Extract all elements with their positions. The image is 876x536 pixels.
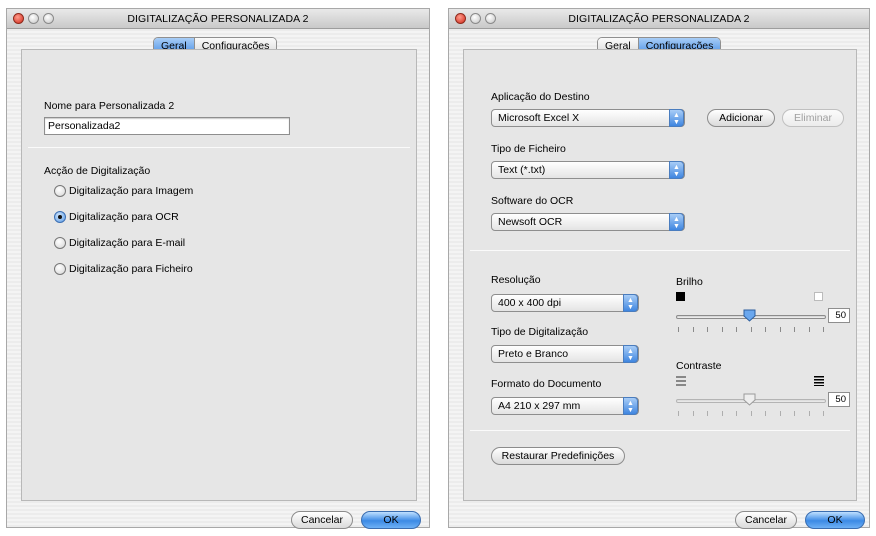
popup-value: 400 x 400 dpi (498, 297, 562, 309)
brightness-ticks (678, 327, 824, 332)
radio-label: Digitalização para OCR (69, 211, 179, 223)
radio-option-image[interactable]: Digitalização para Imagem (54, 185, 193, 197)
radio-label: Digitalização para Imagem (69, 185, 194, 197)
name-label: Nome para Personalizada 2 (44, 100, 175, 112)
tab-panel: Nome para Personalizada 2 Personalizada2… (21, 49, 417, 501)
up-down-arrows-icon: ▲ ▼ (669, 213, 684, 231)
resolution-popup[interactable]: 400 x 400 dpi ▲ ▼ (491, 294, 639, 312)
titlebar: DIGITALIZAÇÃO PERSONALIZADA 2 (449, 9, 869, 29)
cancel-button[interactable]: Cancelar (291, 511, 353, 529)
tab-panel: Aplicação do Destino Microsoft Excel X ▲… (463, 49, 857, 501)
scan-type-popup[interactable]: Preto e Branco ▲ ▼ (491, 345, 639, 363)
doc-format-popup[interactable]: A4 210 x 297 mm ▲ ▼ (491, 397, 639, 415)
scan-type-label: Tipo de Digitalização (491, 326, 589, 338)
window-left: DIGITALIZAÇÃO PERSONALIZADA 2 Geral Conf… (6, 8, 430, 529)
resolution-label: Resolução (491, 274, 541, 286)
window-title: DIGITALIZAÇÃO PERSONALIZADA 2 (568, 13, 750, 25)
doc-format-label: Formato do Documento (491, 378, 602, 390)
restore-defaults-button[interactable]: Restaurar Predefinições (491, 447, 625, 465)
window-title: DIGITALIZAÇÃO PERSONALIZADA 2 (127, 13, 309, 25)
add-button[interactable]: Adicionar (707, 109, 775, 127)
up-down-arrows-icon: ▲ ▼ (623, 397, 638, 415)
radio-button[interactable] (54, 263, 66, 275)
delete-button[interactable]: Eliminar (782, 109, 844, 127)
titlebar: DIGITALIZAÇÃO PERSONALIZADA 2 (7, 9, 429, 29)
popup-value: Microsoft Excel X (498, 112, 580, 124)
radio-label: Digitalização para Ficheiro (69, 263, 193, 275)
popup-value: A4 210 x 297 mm (498, 400, 581, 412)
contrast-value[interactable]: 50 (828, 392, 850, 407)
popup-value: Preto e Branco (498, 348, 569, 360)
radio-button[interactable] (54, 237, 66, 249)
low-contrast-icon (676, 376, 686, 386)
radio-option-email[interactable]: Digitalização para E-mail (54, 237, 185, 249)
popup-value: Text (*.txt) (498, 164, 546, 176)
ocr-label: Software do OCR (491, 195, 574, 207)
file-type-popup[interactable]: Text (*.txt) ▲ ▼ (491, 161, 685, 179)
high-contrast-icon (814, 376, 824, 386)
file-type-label: Tipo de Ficheiro (491, 143, 566, 155)
up-down-arrows-icon: ▲ ▼ (623, 345, 638, 363)
brightness-label: Brilho (676, 276, 703, 288)
contrast-label: Contraste (676, 360, 722, 372)
contrast-ticks (678, 411, 824, 416)
up-down-arrows-icon: ▲ ▼ (669, 109, 684, 127)
up-down-arrows-icon: ▲ ▼ (623, 294, 638, 312)
action-label: Acção de Digitalização (44, 165, 151, 177)
contrast-slider-knob[interactable] (743, 393, 756, 406)
window-right: DIGITALIZAÇÃO PERSONALIZADA 2 Geral Conf… (448, 8, 870, 529)
ocr-popup[interactable]: Newsoft OCR ▲ ▼ (491, 213, 685, 231)
cancel-button[interactable]: Cancelar (735, 511, 797, 529)
divider (470, 430, 850, 431)
brightness-value[interactable]: 50 (828, 308, 850, 323)
radio-option-file[interactable]: Digitalização para Ficheiro (54, 263, 193, 275)
popup-value: Newsoft OCR (498, 216, 563, 228)
radio-option-ocr[interactable]: Digitalização para OCR (54, 211, 179, 223)
name-field[interactable]: Personalizada2 (44, 117, 290, 135)
dest-app-popup[interactable]: Microsoft Excel X ▲ ▼ (491, 109, 685, 127)
divider (470, 250, 850, 251)
radio-label: Digitalização para E-mail (69, 237, 186, 249)
radio-button-selected[interactable] (54, 211, 66, 223)
ok-button[interactable]: OK (361, 511, 421, 529)
up-down-arrows-icon: ▲ ▼ (669, 161, 684, 179)
black-square-icon (676, 292, 685, 301)
divider (28, 147, 410, 148)
radio-button[interactable] (54, 185, 66, 197)
ok-button[interactable]: OK (805, 511, 865, 529)
white-square-icon (814, 292, 823, 301)
dest-app-label: Aplicação do Destino (491, 91, 590, 103)
brightness-slider-knob[interactable] (743, 309, 756, 322)
